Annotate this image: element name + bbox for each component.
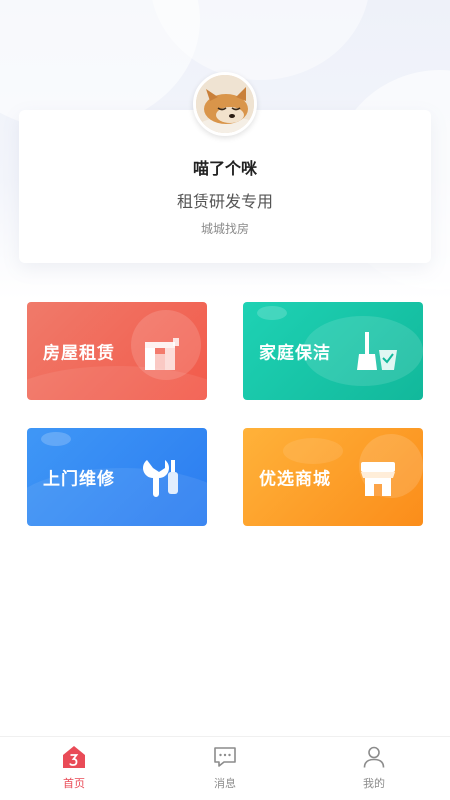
- tab-home-label: 首页: [63, 777, 85, 790]
- home-page: 喵了个咪 租赁研发专用 城城找房 房屋租赁 家庭保洁 上门维修 优选商城 首页 …: [0, 0, 450, 800]
- message-icon: [214, 747, 236, 767]
- tab-profile[interactable]: 我的: [334, 745, 414, 791]
- home-cleaning-label: 家庭保洁: [259, 343, 331, 364]
- storefront-icon: [361, 462, 395, 496]
- tile-decoration: [41, 432, 71, 446]
- profile-name: 喵了个咪: [192, 159, 257, 178]
- profile-subtitle: 租赁研发专用: [176, 192, 273, 211]
- wrench-screwdriver-icon: [143, 460, 178, 497]
- house-icon: [145, 338, 179, 370]
- home-repair-label: 上门维修: [43, 469, 115, 490]
- tile-decoration: [257, 306, 287, 320]
- tab-profile-label: 我的: [363, 777, 385, 790]
- home-repair-tile[interactable]: 上门维修: [27, 428, 207, 526]
- tab-messages-label: 消息: [214, 777, 236, 790]
- premium-mall-tile[interactable]: 优选商城: [243, 428, 423, 526]
- profile-caption: 城城找房: [200, 222, 249, 236]
- broom-bucket-icon: [357, 332, 397, 370]
- home-icon: [63, 746, 85, 768]
- house-rental-label: 房屋租赁: [43, 343, 115, 364]
- tile-decoration: [283, 438, 343, 464]
- tab-messages[interactable]: 消息: [185, 745, 265, 791]
- user-icon: [363, 746, 385, 768]
- tab-home[interactable]: 首页: [34, 745, 114, 791]
- premium-mall-label: 优选商城: [259, 469, 331, 490]
- home-cleaning-tile[interactable]: 家庭保洁: [243, 302, 423, 400]
- house-rental-tile[interactable]: 房屋租赁: [27, 302, 207, 400]
- bottom-tab-bar: 首页 消息 我的: [0, 736, 450, 800]
- avatar[interactable]: [193, 72, 257, 136]
